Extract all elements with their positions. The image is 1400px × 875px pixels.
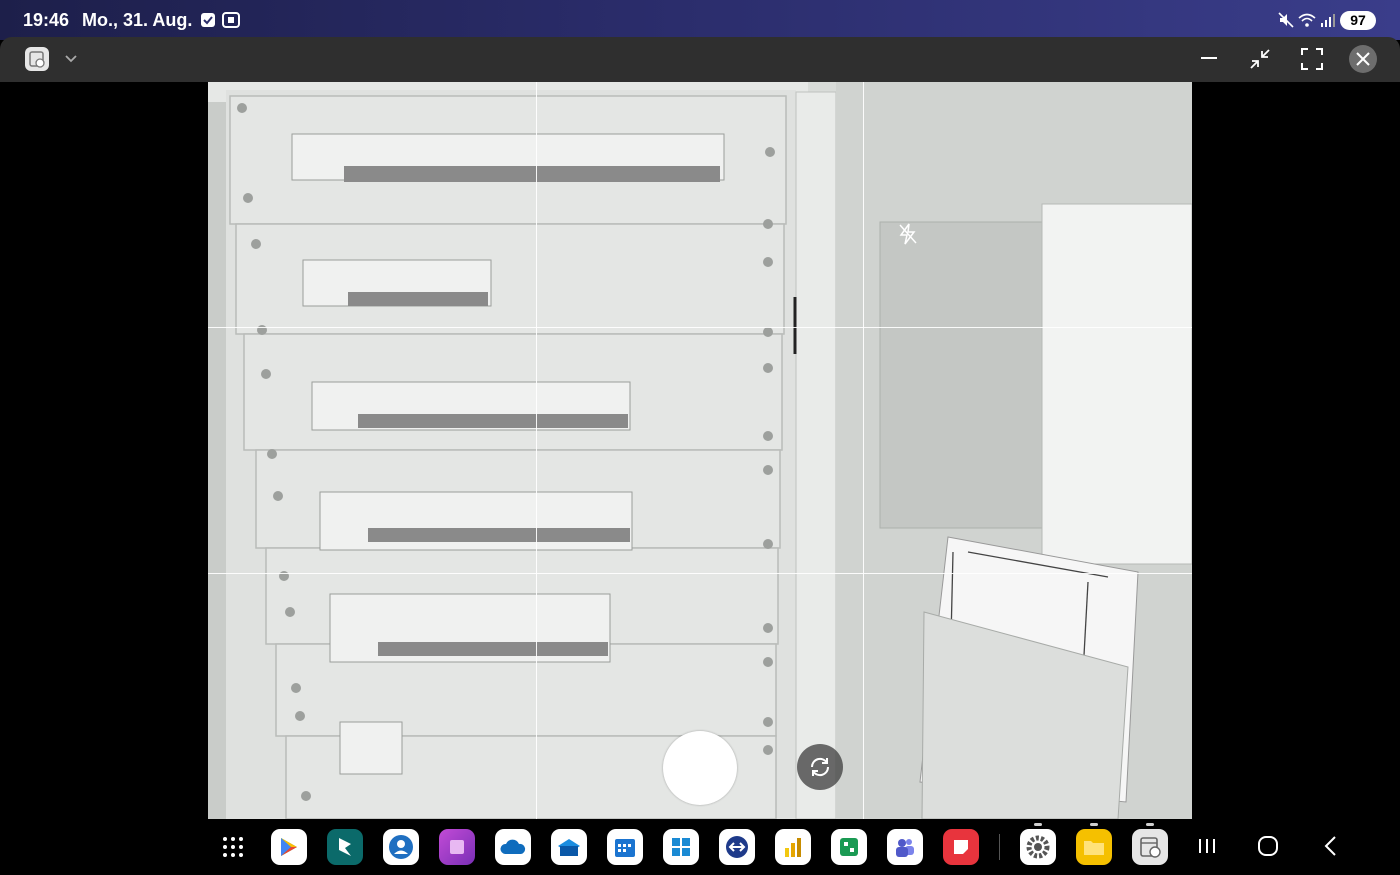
windows-app-icon[interactable] <box>663 829 699 865</box>
taskbar-divider <box>999 834 1000 860</box>
back-icon <box>1324 836 1336 856</box>
grid-line <box>536 82 537 819</box>
fullscreen-icon[interactable] <box>1300 47 1324 76</box>
minimize-icon[interactable] <box>1198 47 1220 74</box>
back-button[interactable] <box>1320 835 1342 862</box>
google-play-icon[interactable] <box>271 829 307 865</box>
camera-preview-image <box>208 82 1192 819</box>
power-bi-icon[interactable] <box>775 829 811 865</box>
calendar-clock-app-icon[interactable] <box>1132 823 1168 865</box>
running-indicator <box>1090 823 1098 826</box>
status-date: Mo., 31. Aug. <box>82 10 193 30</box>
flash-off-icon[interactable] <box>898 223 918 250</box>
power-apps-icon[interactable] <box>439 829 475 865</box>
switch-camera-icon <box>810 757 830 777</box>
files-app-icon[interactable] <box>1076 823 1112 865</box>
recents-button[interactable] <box>1196 835 1218 862</box>
grid-line <box>208 573 1192 574</box>
status-bar: 19:46 Mo., 31. Aug. 97 <box>0 0 1400 40</box>
outlook-app-icon[interactable] <box>551 829 587 865</box>
chevron-down-icon[interactable] <box>64 51 78 70</box>
screen-record-icon <box>222 12 240 33</box>
signal-icon <box>1320 12 1336 33</box>
recents-icon <box>1199 839 1215 853</box>
calendar-clock-app-icon[interactable] <box>25 47 49 71</box>
remote-app-icon[interactable] <box>719 829 755 865</box>
mute-icon <box>1278 12 1294 33</box>
grid-line <box>863 82 864 819</box>
checkbox-icon <box>200 12 216 33</box>
settings-app-icon[interactable] <box>1020 823 1056 865</box>
dynamics-365-icon[interactable] <box>327 829 363 865</box>
contacts-app-icon[interactable] <box>383 829 419 865</box>
home-icon <box>1258 836 1278 856</box>
app-drawer-icon[interactable] <box>215 829 251 865</box>
teams-app-icon[interactable] <box>887 829 923 865</box>
close-button[interactable] <box>1349 45 1377 73</box>
wifi-icon <box>1298 12 1316 33</box>
onedrive-icon[interactable] <box>495 829 531 865</box>
calendar-app-icon[interactable] <box>607 829 643 865</box>
planner-app-icon[interactable] <box>831 829 867 865</box>
restore-icon[interactable] <box>1248 47 1272 76</box>
shutter-button[interactable] <box>663 731 737 805</box>
window-header <box>0 37 1400 82</box>
taskbar <box>0 819 1400 875</box>
status-time: 19:46 <box>23 10 70 30</box>
close-icon <box>1356 52 1370 66</box>
home-button[interactable] <box>1257 835 1279 862</box>
camera-viewfinder[interactable] <box>208 82 1192 819</box>
notes-app-icon[interactable] <box>943 829 979 865</box>
grid-line <box>208 327 1192 328</box>
battery-icon: 97 <box>1340 11 1376 30</box>
running-indicator <box>1034 823 1042 826</box>
switch-camera-button[interactable] <box>797 744 843 790</box>
running-indicator <box>1146 823 1154 826</box>
